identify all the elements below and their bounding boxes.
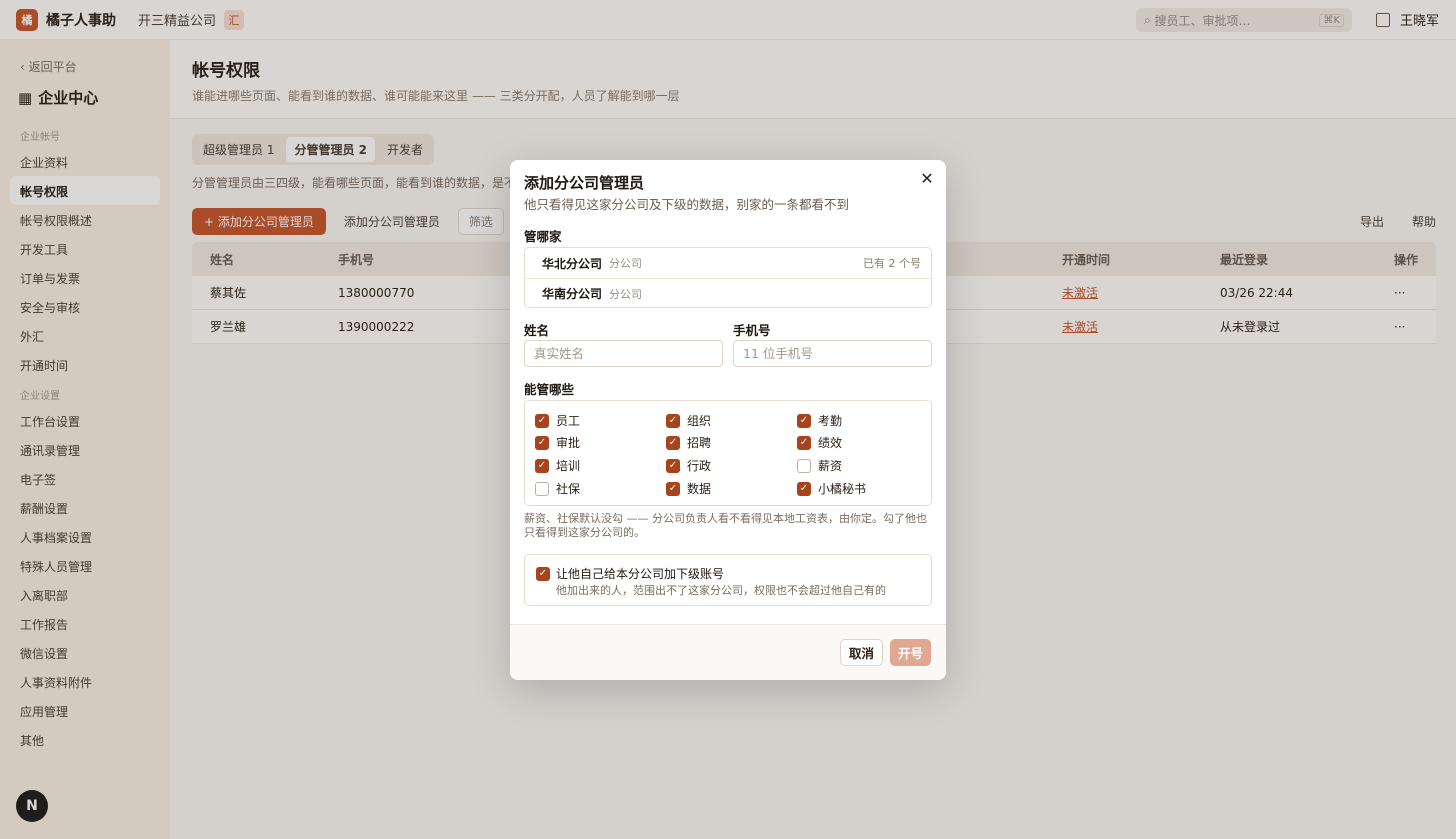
perm-label: 招聘	[687, 436, 712, 450]
phone-label: 手机号	[733, 323, 771, 338]
perm-assistant-checkbox[interactable]: ✓ 小橘秘书	[797, 480, 866, 497]
branch-list: 华北分公司 分公司 已有 2 个号 华南分公司 分公司	[524, 247, 932, 308]
checkbox[interactable]: ✓	[797, 413, 811, 428]
name-label: 姓名	[524, 323, 550, 338]
checkbox[interactable]: ✓	[535, 413, 549, 428]
checkbox[interactable]: ✓	[666, 458, 680, 473]
perm-label: 员工	[556, 414, 581, 428]
perm-recruit-checkbox[interactable]: ✓ 招聘	[666, 434, 711, 451]
perm-label: 组织	[687, 414, 712, 428]
perm-employee-checkbox[interactable]: ✓ 员工	[535, 412, 580, 429]
checkbox[interactable]	[797, 458, 811, 473]
name-input[interactable]	[524, 340, 723, 367]
sub-account-checkbox[interactable]: ✓	[536, 567, 550, 581]
checkbox[interactable]: ✓	[535, 458, 549, 473]
sub-account-title: 让他自己给本分公司加下级账号	[556, 567, 725, 581]
perm-label: 审批	[556, 436, 581, 450]
branch-name: 华北分公司	[542, 256, 603, 271]
checkbox[interactable]: ✓	[797, 435, 811, 450]
branch-type: 分公司	[609, 287, 643, 301]
dialog-title: 添加分公司管理员	[524, 174, 645, 192]
perm-admin-checkbox[interactable]: ✓ 行政	[666, 457, 711, 474]
branch-note: 已有 2 个号	[863, 257, 921, 270]
perm-data-checkbox[interactable]: ✓ 数据	[666, 480, 711, 497]
branch-name: 华南分公司	[542, 287, 603, 301]
perm-label: 社保	[556, 482, 581, 496]
checkbox[interactable]: ✓	[666, 435, 680, 450]
perm-training-checkbox[interactable]: ✓ 培训	[535, 457, 580, 474]
phone-input[interactable]	[733, 340, 932, 367]
branch-type: 分公司	[609, 257, 643, 270]
perm-label: 小橘秘书	[818, 482, 867, 496]
perm-label: 行政	[687, 459, 712, 473]
checkbox[interactable]: ✓	[535, 435, 549, 450]
perm-label: 薪资	[818, 459, 843, 473]
perm-label: 培训	[556, 459, 581, 473]
checkbox[interactable]: ✓	[797, 481, 811, 496]
permissions-label: 能管哪些	[524, 382, 575, 397]
perm-label: 绩效	[818, 436, 843, 450]
close-icon[interactable]: ✕	[918, 170, 936, 188]
perm-salary-checkbox[interactable]: 薪资	[797, 457, 842, 474]
perm-approval-checkbox[interactable]: ✓ 审批	[535, 434, 580, 451]
perm-org-checkbox[interactable]: ✓ 组织	[666, 412, 711, 429]
sub-account-description: 他加出来的人，范围出不了这家分公司，权限也不会超过他自己有的	[556, 584, 886, 597]
branch-section-label: 管哪家	[524, 229, 562, 244]
add-branch-admin-dialog: 添加分公司管理员 ✕ 他只看得见这家分公司及下级的数据，别家的一条都看不到 管哪…	[510, 160, 946, 680]
branch-option-huabei[interactable]: 华北分公司 分公司 已有 2 个号	[525, 248, 931, 278]
checkbox[interactable]: ✓	[666, 481, 680, 496]
dialog-footer: 取消 开号	[510, 624, 946, 680]
perm-performance-checkbox[interactable]: ✓ 绩效	[797, 434, 842, 451]
permissions-grid: ✓ 员工 ✓ 组织 ✓ 考勤 ✓ 审批 ✓ 招聘 ✓ 绩效 ✓ 培训 ✓ 行政 薪资 社保 ✓ 数…	[524, 400, 932, 506]
cancel-button[interactable]: 取消	[840, 639, 883, 666]
perm-social-insurance-checkbox[interactable]: 社保	[535, 480, 580, 497]
checkbox[interactable]: ✓	[666, 413, 680, 428]
sub-account-option[interactable]: ✓ 让他自己给本分公司加下级账号 他加出来的人，范围出不了这家分公司，权限也不会…	[524, 554, 932, 606]
perm-attendance-checkbox[interactable]: ✓ 考勤	[797, 412, 842, 429]
branch-option-huanan[interactable]: 华南分公司 分公司	[525, 278, 931, 308]
checkbox[interactable]	[535, 481, 549, 496]
create-account-button[interactable]: 开号	[890, 639, 931, 666]
permissions-note: 薪资、社保默认没勾 —— 分公司负责人看不看得见本地工资表，由你定。勾了他也只看…	[524, 512, 927, 540]
perm-label: 考勤	[818, 414, 843, 428]
dialog-subtitle: 他只看得见这家分公司及下级的数据，别家的一条都看不到	[524, 197, 850, 212]
perm-label: 数据	[687, 482, 712, 496]
